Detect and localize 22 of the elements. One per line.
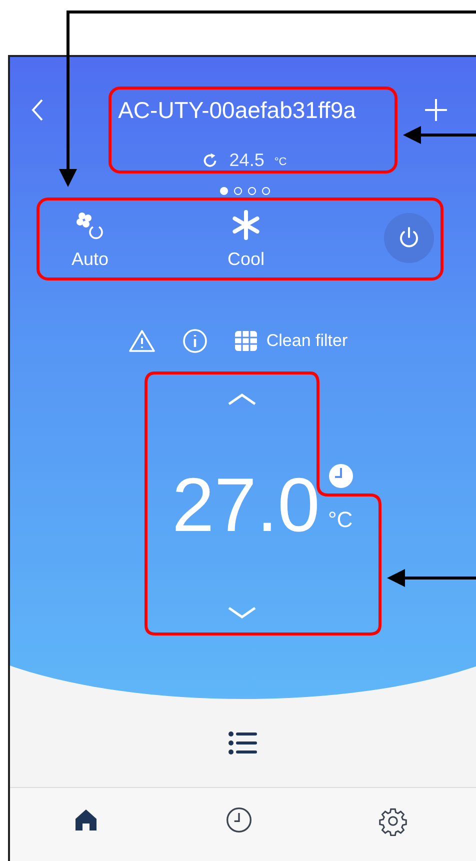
mode-control[interactable]: Cool: [196, 210, 296, 272]
power-icon: [397, 226, 421, 250]
fan-control[interactable]: Auto: [40, 210, 140, 272]
clock-icon[interactable]: [224, 806, 253, 834]
decrease-icon[interactable]: [227, 606, 257, 620]
device-title: AC-UTY-00aefab31ff9a: [118, 96, 356, 125]
filter-status: Clean filter: [266, 330, 348, 352]
setpoint-temperature: 27.0: [172, 468, 320, 544]
current-temperature: 24.5: [229, 148, 264, 172]
snowflake-icon: [231, 210, 261, 240]
plus-icon[interactable]: [424, 98, 448, 122]
timer-icon: [328, 462, 354, 488]
temperature-unit: °C: [274, 154, 287, 170]
info-icon[interactable]: [182, 328, 208, 354]
power-button[interactable]: [384, 213, 434, 263]
warning-icon[interactable]: [128, 329, 156, 353]
back-icon[interactable]: [30, 98, 44, 122]
increase-icon[interactable]: [227, 392, 257, 406]
filter-grid-icon: [234, 330, 258, 352]
settings-icon[interactable]: [378, 806, 408, 836]
setpoint-unit: °C: [328, 506, 353, 534]
list-icon[interactable]: [228, 731, 258, 755]
